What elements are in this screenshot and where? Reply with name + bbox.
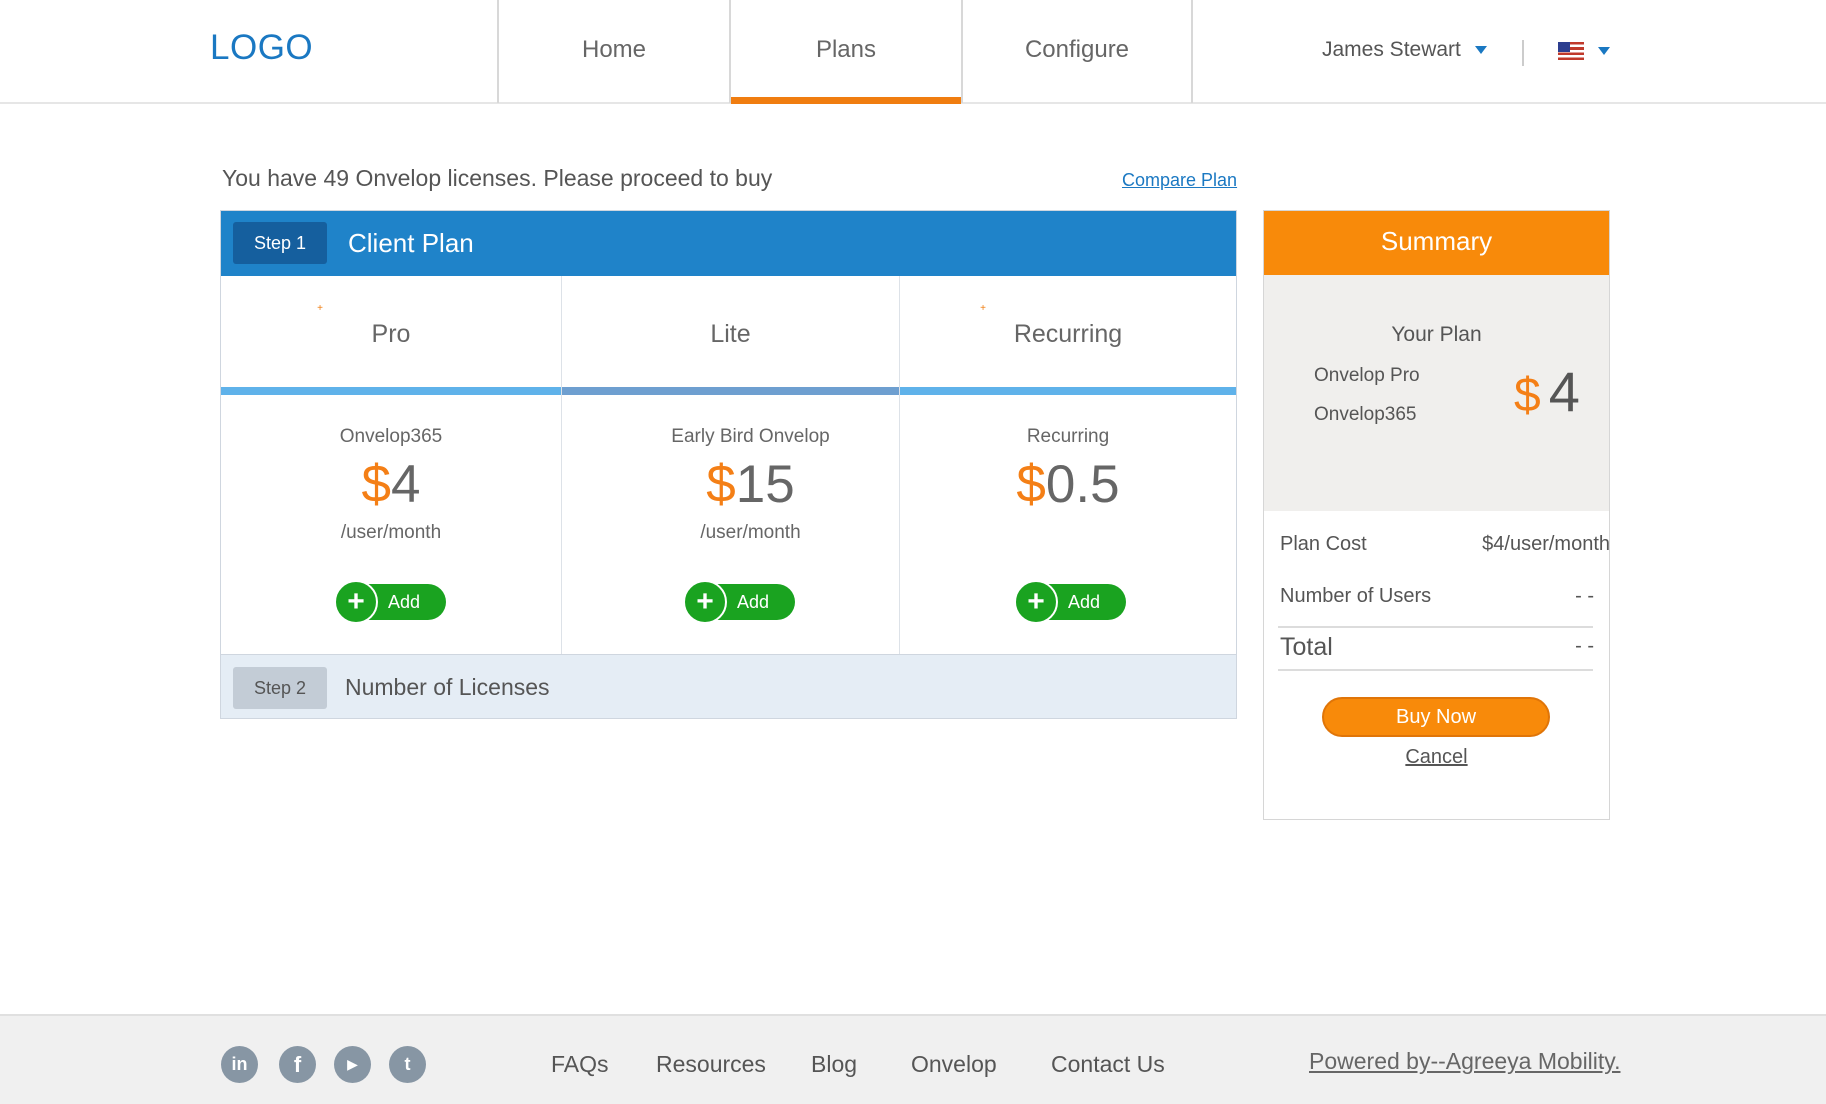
plan-cost-row: Plan Cost $4/user/month (1280, 533, 1610, 556)
footer-link-resources[interactable]: Resources (656, 1051, 766, 1078)
plan-name: Lite (710, 320, 751, 348)
footer: in f ▶ t FAQs Resources Blog Onvelop Con… (0, 1014, 1826, 1104)
total-value: - - (1575, 635, 1594, 657)
plan-cost-value: $4/user/month (1482, 533, 1610, 555)
your-plan-box: Your Plan Onvelop Pro Onvelop365 $4 (1264, 275, 1609, 511)
powered-by-link[interactable]: Powered by--Agreeya Mobility. (1309, 1048, 1620, 1075)
step2-title: Number of Licenses (345, 674, 550, 700)
plan-stripe (221, 387, 561, 395)
add-pro-button[interactable]: + Add (334, 580, 446, 624)
users-row: Number of Users - - (1280, 585, 1594, 608)
nav-home-label: Home (581, 36, 647, 63)
add-lite-button[interactable]: + Add (683, 580, 795, 624)
currency-symbol: $ (706, 455, 736, 514)
chevron-down-icon (1598, 47, 1610, 55)
nav-configure-label: Configure (1024, 36, 1130, 63)
plan-price: $4 (221, 454, 561, 515)
summary-panel: Summary Your Plan Onvelop Pro Onvelop365… (1263, 210, 1610, 820)
selected-plan-name: Onvelop Pro (1314, 365, 1420, 386)
plan-stripe (562, 387, 899, 395)
sparkle-icon: + (317, 303, 323, 314)
summary-title: Summary (1264, 211, 1609, 275)
add-label: Add (388, 592, 421, 612)
add-label: Add (737, 592, 770, 612)
sparkle-icon: + (980, 303, 986, 314)
currency-symbol: $ (361, 455, 391, 514)
plan-unit: /user/month (700, 522, 801, 543)
price-value: 15 (735, 455, 795, 514)
currency-symbol: $ (1514, 369, 1541, 422)
total-row: Total - - (1280, 633, 1594, 662)
plan-price: $0.5 (900, 454, 1236, 515)
cancel-label: Cancel (1405, 746, 1468, 768)
compare-plan-link[interactable]: Compare Plan (1122, 170, 1237, 191)
plan-header: + Recurring (900, 276, 1236, 387)
footer-link-faqs[interactable]: FAQs (551, 1051, 609, 1078)
step2-header[interactable]: Step 2 Number of Licenses (221, 654, 1236, 718)
users-label: Number of Users (1280, 585, 1432, 607)
user-menu[interactable]: James Stewart (1322, 38, 1487, 62)
nav-plans[interactable]: Plans (729, 0, 961, 104)
plan-card-recurring[interactable]: + Recurring Recurring $0.5 + Add (900, 276, 1236, 654)
add-label: Add (1068, 592, 1101, 612)
plan-header: Lite (562, 276, 899, 387)
license-message: You have 49 Onvelop licenses. Please pro… (222, 165, 773, 191)
language-selector[interactable] (1558, 42, 1610, 60)
selected-plan-sub: Onvelop365 (1314, 404, 1417, 425)
linkedin-icon[interactable]: in (221, 1046, 258, 1083)
youtube-icon[interactable]: ▶ (334, 1046, 371, 1083)
plan-unit: /user/month (340, 522, 442, 543)
step1-badge: Step 1 (233, 222, 327, 264)
price-value: 0.5 (1045, 455, 1120, 514)
plan-subtitle: Early Bird Onvelop (671, 426, 830, 447)
logo[interactable]: LOGO (210, 28, 313, 68)
step2-badge: Step 2 (233, 667, 327, 709)
your-plan-label: Your Plan (1391, 323, 1482, 346)
add-recurring-button[interactable]: + Add (1014, 580, 1126, 624)
twitter-icon[interactable]: t (389, 1046, 426, 1083)
total-label: Total (1280, 633, 1333, 661)
plus-icon: + (334, 580, 378, 624)
us-flag-icon (1558, 42, 1584, 60)
plan-price: $15 (602, 454, 899, 515)
buy-now-button[interactable]: Buy Now (1322, 697, 1550, 737)
step1-title: Client Plan (348, 228, 474, 258)
divider (1278, 626, 1593, 628)
nav-home[interactable]: Home (497, 0, 729, 103)
users-value: - - (1575, 585, 1594, 607)
header-divider (1522, 40, 1524, 66)
plan-subtitle: Onvelop365 (339, 426, 443, 447)
currency-symbol: $ (1016, 455, 1046, 514)
footer-link-blog[interactable]: Blog (811, 1051, 857, 1078)
plan-name: Pro (371, 320, 411, 348)
plan-card-lite[interactable]: Lite Early Bird Onvelop $15 /user/month … (562, 276, 900, 654)
user-name: James Stewart (1322, 38, 1461, 61)
facebook-icon[interactable]: f (279, 1046, 316, 1083)
step1-header: Step 1 Client Plan (221, 211, 1236, 276)
divider (1278, 669, 1593, 671)
plan-subtitle: Recurring (1026, 426, 1110, 447)
plus-icon: + (683, 580, 727, 624)
plus-icon: + (1014, 580, 1058, 624)
plan-panel: Step 1 Client Plan + Pro Onvelop365 $4 /… (220, 210, 1237, 719)
price-value: 4 (1548, 360, 1580, 423)
nav-plans-label: Plans (815, 36, 877, 63)
nav-configure[interactable]: Configure (961, 0, 1193, 103)
footer-link-onvelop[interactable]: Onvelop (911, 1051, 997, 1078)
plan-name: Recurring (1013, 320, 1123, 348)
selected-plan-price: $4 (1514, 359, 1580, 424)
price-value: 4 (391, 455, 421, 514)
chevron-down-icon (1474, 46, 1487, 55)
cancel-link[interactable]: Cancel (1264, 746, 1609, 769)
plan-header: + Pro (221, 276, 561, 387)
top-header: LOGO Home Plans Configure James Stewart (0, 0, 1826, 104)
footer-link-contact[interactable]: Contact Us (1051, 1051, 1165, 1078)
plan-card-pro[interactable]: + Pro Onvelop365 $4 /user/month + Add (221, 276, 562, 654)
plan-cost-label: Plan Cost (1280, 533, 1367, 555)
plan-stripe (900, 387, 1236, 395)
